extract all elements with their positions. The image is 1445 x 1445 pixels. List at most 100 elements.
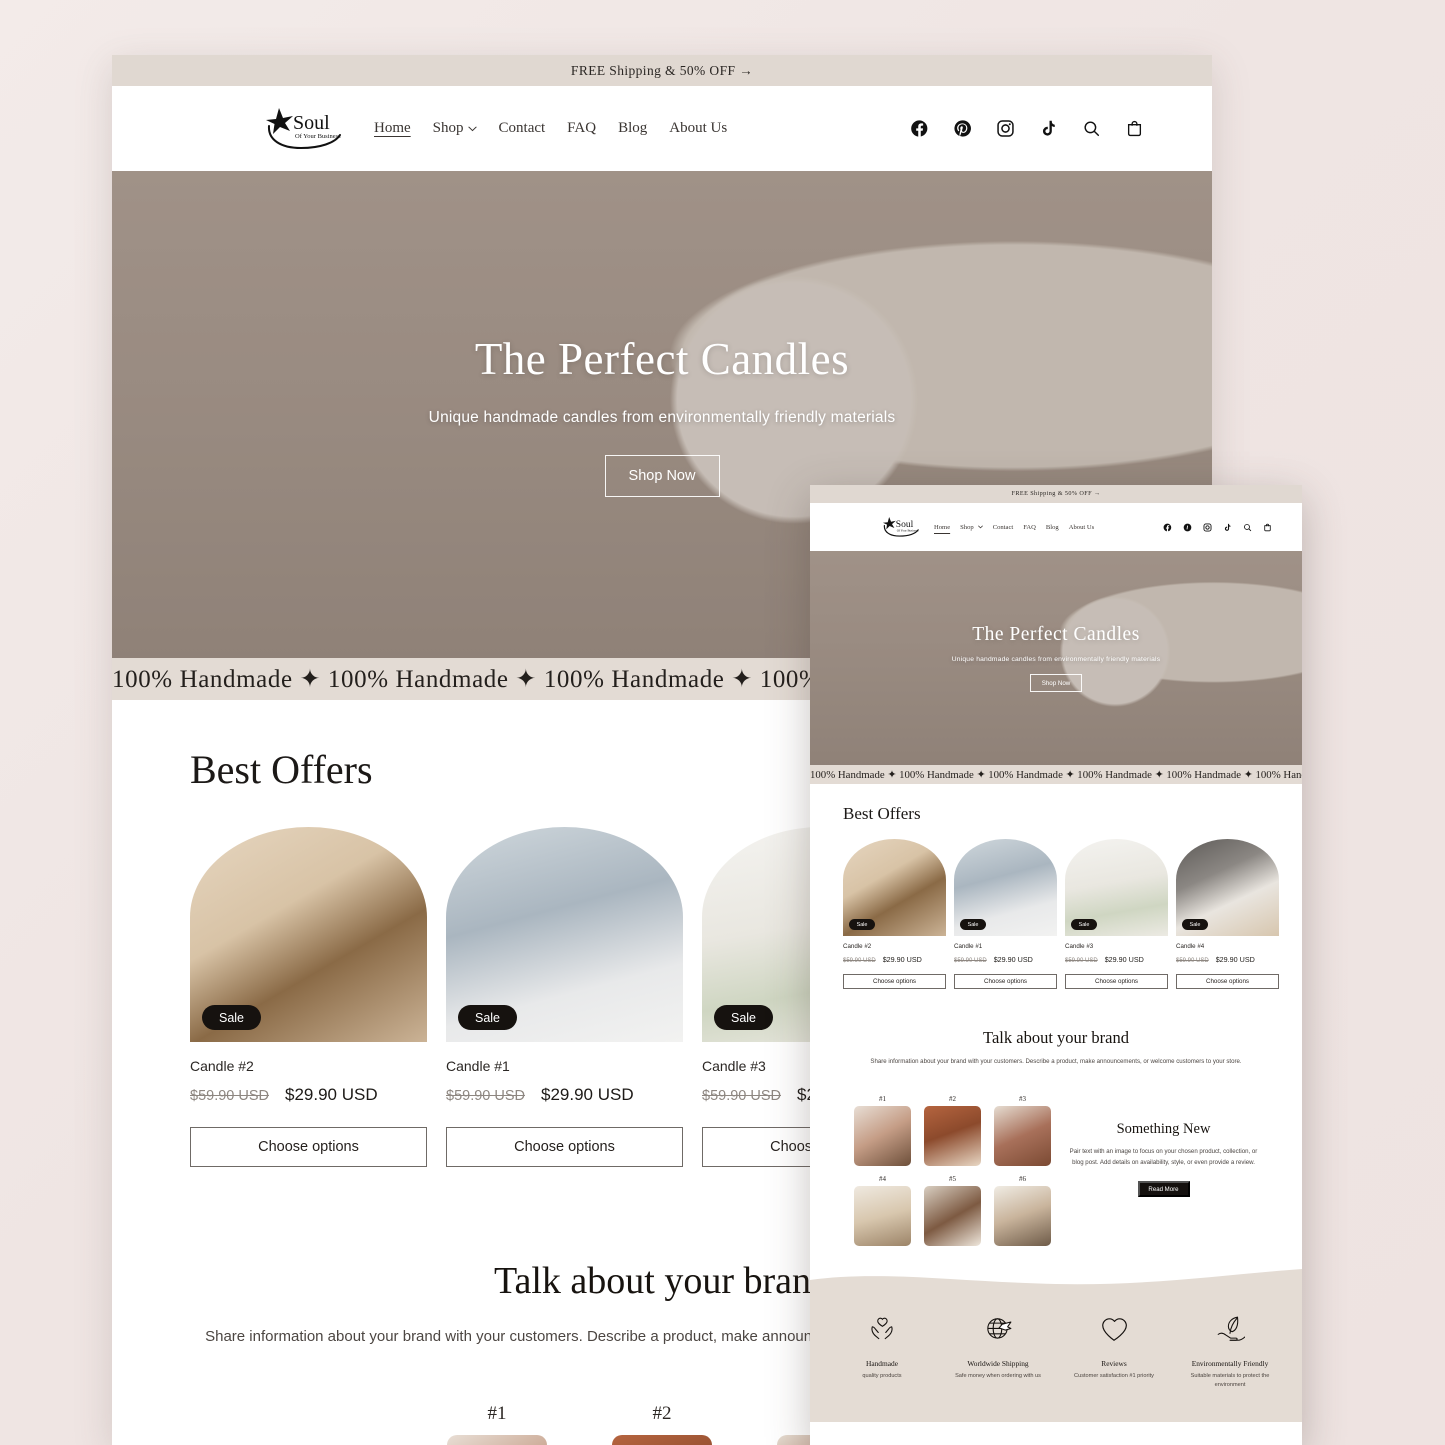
gallery-image[interactable] xyxy=(447,1435,547,1445)
product-card[interactable]: Sale Candle #1 $59.90 USD $29.90 USD Choose … xyxy=(954,839,1057,989)
svg-text:Soul: Soul xyxy=(293,112,330,134)
chevron-down-icon xyxy=(467,120,477,137)
something-new-body: Pair text with an image to focus on your… xyxy=(1069,1148,1258,1166)
tiktok-icon[interactable] xyxy=(1223,523,1232,532)
nav-item-shop[interactable]: Shop xyxy=(433,120,477,137)
read-more-button[interactable]: Read More xyxy=(1137,1181,1190,1198)
choose-options-button[interactable]: Choose options xyxy=(843,974,946,989)
nav-item-contact[interactable]: Contact xyxy=(499,120,546,137)
product-price: $29.90 USD xyxy=(541,1085,634,1104)
announcement-bar: FREE Shipping & 50% OFF → xyxy=(112,55,1212,86)
feature-name: Handmade xyxy=(865,1359,898,1368)
gallery-image[interactable] xyxy=(994,1106,1051,1166)
feature-name: Reviews xyxy=(1101,1359,1127,1368)
inset-brand-title: Talk about your brand xyxy=(983,1028,1129,1047)
feature-item: Worldwide Shipping Safe money when orderi… xyxy=(940,1314,1056,1389)
choose-options-button[interactable]: Choose options xyxy=(954,974,1057,989)
inset-site-preview: FREE Shipping & 50% OFF → Soul Of Your B… xyxy=(810,485,1302,1445)
product-image[interactable]: Sale xyxy=(190,827,427,1042)
feature-description: Suitable materials to protect the enviro… xyxy=(1190,1373,1270,1388)
choose-options-button[interactable]: Choose options xyxy=(446,1127,683,1167)
product-image[interactable]: Sale xyxy=(954,839,1057,936)
gallery-item[interactable]: #2 xyxy=(612,1403,712,1445)
product-price: $29.90 USD xyxy=(882,955,922,964)
product-card[interactable]: Sale Candle #4 $59.90 USD $29.90 USD Choose … xyxy=(1176,839,1279,989)
gallery-item[interactable]: #3 xyxy=(994,1095,1051,1166)
instagram-icon[interactable] xyxy=(996,119,1015,138)
product-name: Candle #1 xyxy=(446,1058,510,1074)
product-old-price: $59.90 USD xyxy=(446,1088,525,1104)
choose-options-button[interactable]: Choose options xyxy=(1176,974,1279,989)
product-card[interactable]: Sale Candle #2 $59.90 USD $29.90 USD Choose … xyxy=(190,827,427,1167)
choose-options-button[interactable]: Choose options xyxy=(1065,974,1168,989)
status-badge: Sale xyxy=(849,919,875,930)
gallery-item[interactable]: #1 xyxy=(854,1095,911,1166)
cart-icon[interactable] xyxy=(1125,119,1144,138)
product-card[interactable]: Sale Candle #1 $59.90 USD $29.90 USD Choose … xyxy=(446,827,683,1167)
main-navigation: Home Shop Contact FAQ Blog About Us xyxy=(374,120,727,137)
product-image[interactable]: Sale xyxy=(843,839,946,936)
nav-item-home[interactable]: Home xyxy=(374,120,411,137)
gallery-caption: #6 xyxy=(1019,1175,1026,1183)
search-icon[interactable] xyxy=(1082,119,1101,138)
product-name: Candle #2 xyxy=(843,943,872,950)
product-card[interactable]: Sale Candle #2 $59.90 USD $29.90 USD Choose … xyxy=(843,839,946,989)
gallery-caption: #1 xyxy=(879,1095,886,1103)
product-image[interactable]: Sale xyxy=(1176,839,1279,936)
product-old-price: $59.90 USD xyxy=(1176,958,1209,964)
product-price: $29.90 USD xyxy=(1104,955,1144,964)
svg-text:Of Your Business: Of Your Business xyxy=(295,133,341,140)
product-image[interactable]: Sale xyxy=(1065,839,1168,936)
status-badge: Sale xyxy=(1182,919,1208,930)
gallery-image[interactable] xyxy=(994,1186,1051,1246)
status-badge: Sale xyxy=(1071,919,1097,930)
gallery-caption: #5 xyxy=(949,1175,956,1183)
inset-handmade-marquee: 100% Handmade ✦ 100% Handmade ✦ 100% Han… xyxy=(810,765,1302,784)
status-badge: Sale xyxy=(202,1005,261,1030)
product-image[interactable]: Sale xyxy=(446,827,683,1042)
something-new-title: Something New xyxy=(1116,1121,1211,1137)
gallery-item[interactable]: #2 xyxy=(924,1095,981,1166)
nav-item-about-us[interactable]: About Us xyxy=(669,120,727,137)
gallery-caption: #1 xyxy=(487,1403,507,1424)
product-price-row: $59.90 USD $29.90 USD xyxy=(1176,955,1279,964)
gallery-image[interactable] xyxy=(854,1106,911,1166)
feature-name: Worldwide Shipping xyxy=(967,1359,1029,1368)
nav-item-faq[interactable]: FAQ xyxy=(567,120,596,137)
gallery-image[interactable] xyxy=(612,1435,712,1445)
choose-options-button[interactable]: Choose options xyxy=(190,1127,427,1167)
gallery-item[interactable]: #4 xyxy=(854,1175,911,1246)
gallery-image[interactable] xyxy=(924,1106,981,1166)
status-badge: Sale xyxy=(960,919,986,930)
nav-item-blog[interactable]: Blog xyxy=(618,120,647,137)
gallery-image[interactable] xyxy=(854,1186,911,1246)
gallery-item[interactable]: #6 xyxy=(994,1175,1051,1246)
inset-hero-subtitle: Unique handmade candles from environment… xyxy=(951,656,1161,663)
cart-icon[interactable] xyxy=(1263,523,1272,532)
feature-description: quality products xyxy=(862,1373,902,1379)
features-band: Handmade quality products Worldwide Shippi… xyxy=(810,1268,1302,1422)
product-price: $29.90 USD xyxy=(993,955,1033,964)
search-icon[interactable] xyxy=(1243,523,1252,532)
product-old-price: $59.90 USD xyxy=(1065,958,1098,964)
shop-now-button[interactable]: Shop Now xyxy=(604,454,720,497)
gallery-caption: #3 xyxy=(1019,1095,1026,1103)
tiktok-icon[interactable] xyxy=(1039,119,1058,138)
hands-heart-icon xyxy=(867,1314,897,1349)
inset-shop-now-button[interactable]: Shop Now xyxy=(1030,674,1082,692)
facebook-icon[interactable] xyxy=(910,119,929,138)
gallery-item[interactable]: #1 xyxy=(447,1403,547,1445)
hero-subtitle: Unique handmade candles from environment… xyxy=(428,408,896,426)
product-price: $29.90 USD xyxy=(285,1085,378,1104)
gallery-item[interactable]: #5 xyxy=(924,1175,981,1246)
product-price-row: $59.90 USD $29.90 USD xyxy=(190,1085,427,1105)
globe-plane-icon xyxy=(983,1314,1013,1349)
inset-best-offers-section: Best Offers Sale Candle #2 $59.90 USD $29.9… xyxy=(810,784,1302,989)
inset-brand-gallery: #1 #2 #3 #4 #5 #6 xyxy=(854,1095,1051,1246)
gallery-image[interactable] xyxy=(924,1186,981,1246)
product-card[interactable]: Sale Candle #3 $59.90 USD $29.90 USD Choose … xyxy=(1065,839,1168,989)
gallery-caption: #2 xyxy=(949,1095,956,1103)
inset-brand-subtitle: Share information about your brand with … xyxy=(870,1058,1242,1065)
pinterest-icon[interactable] xyxy=(953,119,972,138)
logo[interactable]: Soul Of Your Business xyxy=(264,106,348,152)
